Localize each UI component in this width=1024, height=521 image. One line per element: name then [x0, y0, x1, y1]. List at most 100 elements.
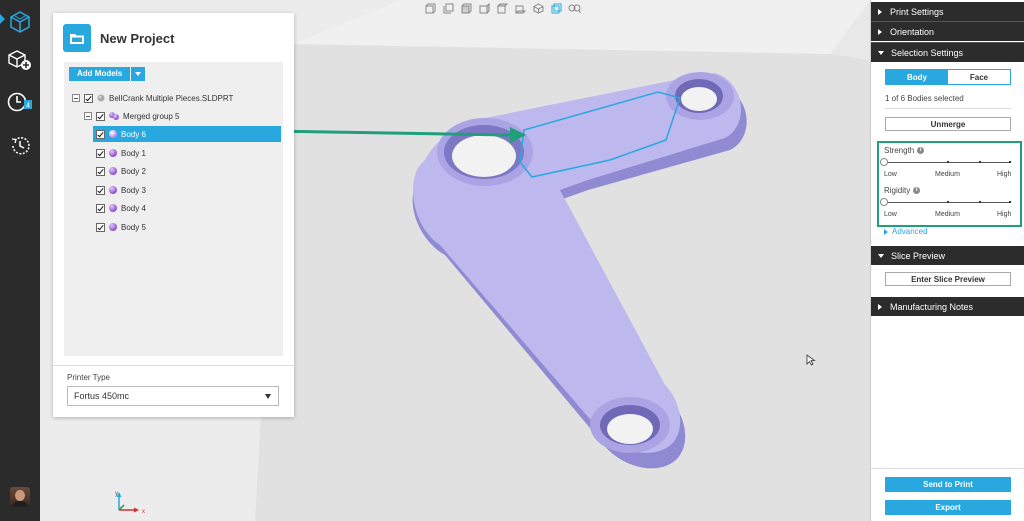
left-rail: 4 — [0, 0, 40, 521]
mode-face-button[interactable]: Face — [948, 70, 1010, 84]
model-tree: Add Models BellCrank Multiple Pieces.SLD… — [64, 62, 283, 356]
mouse-cursor-icon — [806, 354, 816, 366]
rigidity-label-row: Rigidity i — [884, 186, 921, 195]
tree-item-label: Body 5 — [121, 222, 146, 232]
body-icon — [109, 186, 117, 194]
export-button[interactable]: Export — [885, 500, 1011, 515]
tree-item-body-6[interactable]: Body 6 — [93, 126, 281, 142]
section-manufacturing-notes[interactable]: Manufacturing Notes — [871, 297, 1024, 316]
caret-right-icon — [884, 228, 888, 235]
strength-label: Strength — [884, 146, 915, 155]
zoom-fit-button[interactable] — [566, 1, 582, 15]
tree-item-body-4[interactable]: Body 4 — [96, 200, 146, 216]
tree-item-body-2[interactable]: Body 2 — [96, 163, 146, 179]
info-icon[interactable]: i — [913, 187, 921, 194]
tree-item-label: Body 1 — [121, 148, 146, 158]
rigidity-label: Rigidity — [884, 186, 911, 195]
view-right-icon — [479, 2, 489, 14]
body-icon — [109, 223, 117, 231]
view-left-button[interactable] — [458, 1, 474, 15]
add-models-dropdown-button[interactable] — [131, 67, 146, 81]
folder-icon — [70, 33, 84, 44]
section-print-settings[interactable]: Print Settings — [871, 2, 1024, 21]
checkbox[interactable] — [96, 129, 105, 139]
project-folder-button[interactable] — [63, 24, 91, 52]
section-orientation[interactable]: Orientation — [871, 22, 1024, 41]
send-to-print-button[interactable]: Send to Print — [885, 477, 1011, 492]
unmerge-button[interactable]: Unmerge — [885, 117, 1011, 131]
info-icon[interactable]: i — [917, 147, 925, 154]
zoom-fit-icon — [568, 4, 581, 13]
tree-item-label: Body 3 — [121, 185, 146, 195]
build-tray-button[interactable] — [0, 2, 40, 42]
view-bottom-icon — [514, 5, 526, 13]
tree-item-group[interactable]: Merged group 5 — [84, 108, 179, 124]
tree-item-file[interactable]: BellCrank Multiple Pieces.SLDPRT — [72, 90, 233, 106]
body-icon — [109, 149, 117, 157]
avatar[interactable] — [10, 487, 30, 507]
tree-item-label: BellCrank Multiple Pieces.SLDPRT — [109, 93, 234, 103]
advanced-link[interactable]: Advanced — [884, 227, 928, 236]
body-icon — [109, 167, 117, 175]
tree-item-body-3[interactable]: Body 3 — [96, 182, 146, 198]
section-label: Manufacturing Notes — [890, 301, 974, 312]
view-front-button[interactable] — [422, 1, 438, 15]
tree-item-label: Body 6 — [121, 129, 146, 139]
page-title: New Project — [100, 30, 175, 46]
clock-badge-icon: 4 — [7, 92, 32, 112]
cube-icon — [10, 11, 30, 33]
checkbox[interactable] — [96, 111, 105, 121]
caret-right-icon — [878, 303, 882, 310]
checkbox[interactable] — [96, 203, 105, 213]
view-back-icon — [443, 3, 453, 13]
axis-gizmo: y x — [115, 491, 145, 515]
merged-group-icon — [109, 112, 119, 120]
rigidity-high-label: High — [997, 211, 1012, 218]
project-panel: New Project Add Models BellCrank Multipl… — [53, 13, 294, 417]
view-iso-button[interactable] — [530, 1, 546, 15]
checkbox[interactable] — [96, 166, 105, 176]
body-icon — [109, 204, 117, 212]
checkbox[interactable] — [84, 93, 93, 103]
tree-item-label: Body 2 — [121, 166, 146, 176]
caret-down-icon — [878, 50, 884, 55]
section-label: Orientation — [890, 26, 935, 37]
queue-button[interactable]: 4 — [0, 82, 40, 122]
section-slice-preview[interactable]: Slice Preview — [871, 246, 1024, 265]
mode-body-button[interactable]: Body — [886, 70, 948, 84]
strength-low-label: Low — [884, 171, 897, 178]
checkbox[interactable] — [96, 222, 105, 232]
add-models-control: Add Models — [69, 67, 146, 81]
checkbox[interactable] — [96, 185, 105, 195]
tree-item-body-5[interactable]: Body 5 — [96, 219, 146, 235]
printer-type-select[interactable]: Fortus 450mc — [67, 386, 279, 406]
chevron-down-icon — [265, 394, 271, 399]
part-file-icon — [97, 94, 105, 102]
tree-item-body-1[interactable]: Body 1 — [96, 145, 146, 161]
view-front-icon — [425, 3, 435, 13]
project-header: New Project — [63, 23, 174, 53]
caret-right-icon — [878, 8, 882, 15]
view-wire-icon — [551, 3, 561, 13]
strength-slider-thumb[interactable] — [880, 158, 888, 166]
section-selection-settings[interactable]: Selection Settings — [871, 43, 1024, 62]
rigidity-slider-thumb[interactable] — [880, 198, 888, 206]
view-back-button[interactable] — [440, 1, 456, 15]
view-wire-button[interactable] — [548, 1, 564, 15]
view-top-icon — [496, 3, 508, 13]
add-models-button[interactable]: Add Models — [69, 67, 131, 81]
collapse-toggle[interactable] — [84, 112, 92, 120]
checkbox[interactable] — [96, 148, 105, 158]
history-button[interactable] — [0, 126, 40, 166]
view-bottom-button[interactable] — [512, 1, 528, 15]
view-iso-icon — [533, 2, 543, 14]
tree-item-label: Body 4 — [121, 203, 146, 213]
collapse-toggle[interactable] — [72, 94, 80, 102]
add-model-button[interactable] — [0, 40, 40, 80]
tree-item-label: Merged group 5 — [123, 111, 180, 121]
divider — [53, 365, 294, 366]
rigidity-medium-label: Medium — [935, 211, 960, 218]
view-right-button[interactable] — [476, 1, 492, 15]
enter-slice-preview-button[interactable]: Enter Slice Preview — [885, 272, 1011, 286]
view-top-button[interactable] — [494, 1, 510, 15]
